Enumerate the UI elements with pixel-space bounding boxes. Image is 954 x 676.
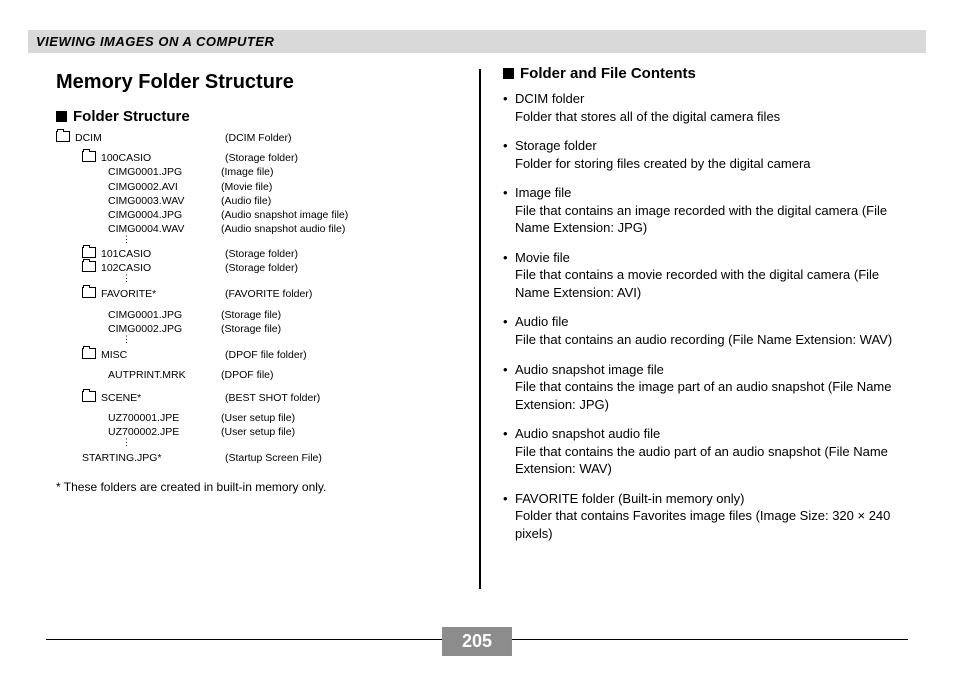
folder-icon <box>82 261 96 272</box>
page-number: 205 <box>442 627 512 656</box>
list-item: Audio snapshot image fileFile that conta… <box>503 361 908 414</box>
folder-icon <box>56 131 70 142</box>
folder-icon <box>82 391 96 402</box>
list-item: Audio fileFile that contains an audio re… <box>503 313 908 348</box>
list-item: Audio snapshot audio fileFile that conta… <box>503 425 908 478</box>
list-item: FAVORITE folder (Built-in memory only)Fo… <box>503 490 908 543</box>
list-item: Movie fileFile that contains a movie rec… <box>503 249 908 302</box>
folder-tree: DCIM(DCIM Folder) 100CASIO(Storage folde… <box>56 131 461 466</box>
ellipsis-icon: ⋮ <box>56 237 461 242</box>
subsection-contents: Folder and File Contents <box>503 65 908 82</box>
list-item: Storage folderFolder for storing files c… <box>503 137 908 172</box>
left-column: Memory Folder Structure Folder Structure… <box>28 63 479 589</box>
page-title: Memory Folder Structure <box>56 71 461 94</box>
ellipsis-icon: ⋮ <box>56 276 461 281</box>
ellipsis-icon: ⋮ <box>56 440 461 445</box>
section-header: VIEWING IMAGES ON A COMPUTER <box>28 30 926 53</box>
subsection-folder-structure: Folder Structure <box>56 108 461 125</box>
folder-icon <box>82 151 96 162</box>
content-columns: Memory Folder Structure Folder Structure… <box>0 53 954 589</box>
contents-list: DCIM folderFolder that stores all of the… <box>503 90 908 542</box>
list-item: DCIM folderFolder that stores all of the… <box>503 90 908 125</box>
folder-icon <box>82 247 96 258</box>
ellipsis-icon: ⋮ <box>56 337 461 342</box>
footnote: * These folders are created in built-in … <box>56 480 461 494</box>
right-column: Folder and File Contents DCIM folderFold… <box>481 63 926 589</box>
folder-icon <box>82 348 96 359</box>
list-item: Image fileFile that contains an image re… <box>503 184 908 237</box>
folder-icon <box>82 287 96 298</box>
